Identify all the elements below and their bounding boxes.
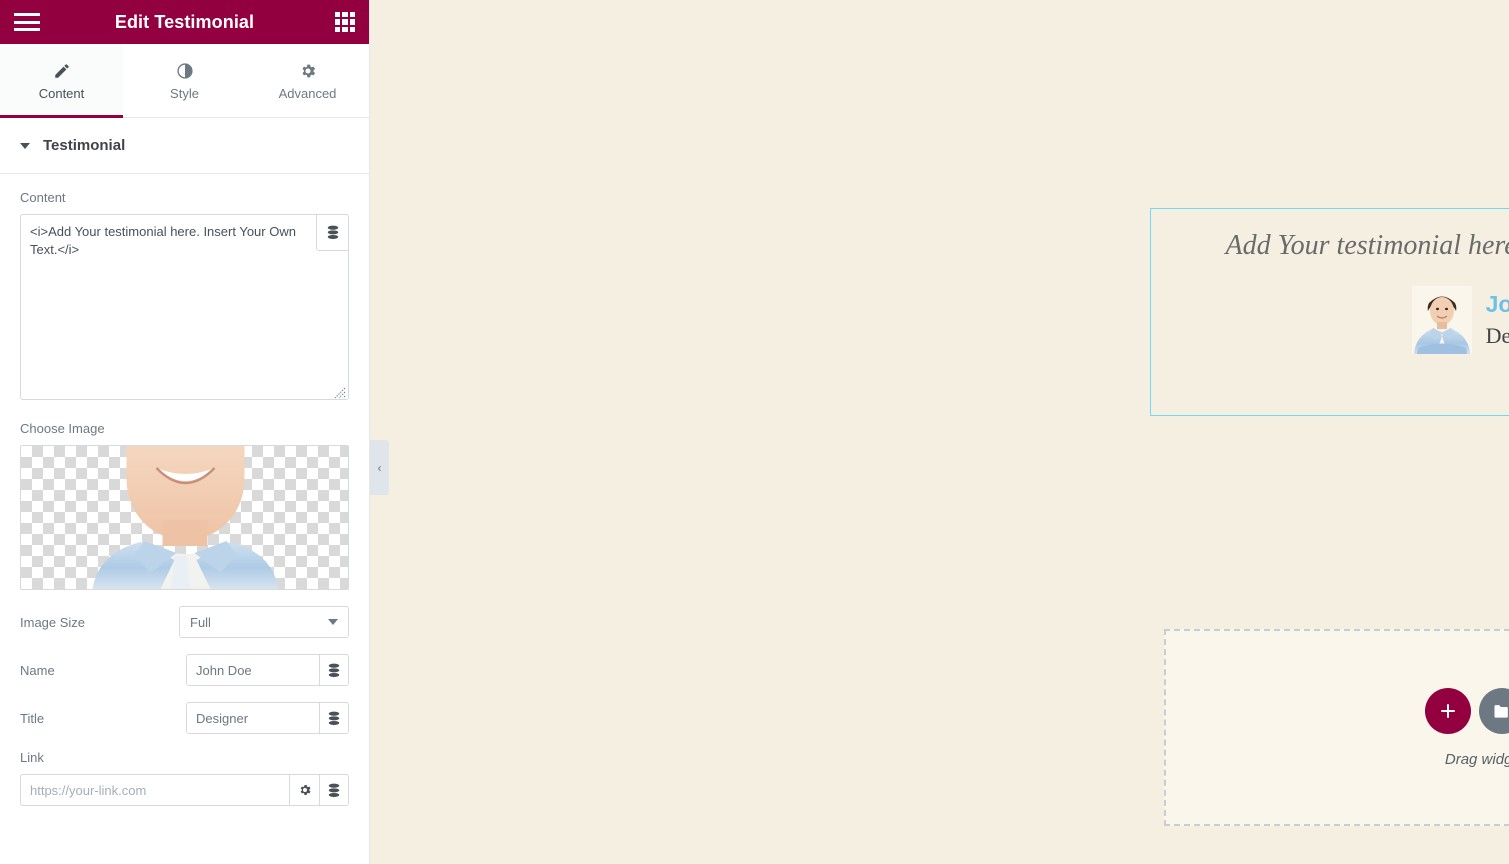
testimonial-title: Designer [1485, 322, 1509, 348]
chevron-down-icon [20, 142, 30, 149]
control-link: Link [20, 750, 349, 806]
testimonial-widget[interactable]: Add Your testimonial here. Insert Your O… [1150, 208, 1509, 416]
content-textarea[interactable]: <i>Add Your testimonial here. Insert You… [20, 214, 349, 400]
chevron-left-icon: ‹ [377, 460, 382, 475]
name-input[interactable] [186, 654, 320, 686]
control-title: Title [20, 702, 349, 734]
name-label: Name [20, 662, 55, 678]
title-dynamic-tags-button[interactable] [319, 702, 349, 734]
pencil-icon [53, 62, 71, 80]
panel-tab-bar: Content Style Advanced [0, 44, 369, 118]
contrast-circle-icon [176, 62, 194, 80]
tab-style-label: Style [170, 85, 199, 101]
section-title: Testimonial [43, 137, 126, 154]
testimonial-name: John Doe [1485, 290, 1509, 317]
control-name: Name [20, 654, 349, 686]
collapse-panel-handle[interactable]: ‹ [370, 440, 389, 495]
tab-content-label: Content [38, 85, 85, 101]
panel-controls: Content <i>Add Your testimonial here. In… [0, 174, 369, 864]
image-size-select[interactable]: Full [179, 606, 349, 638]
add-template-button[interactable] [1479, 687, 1509, 734]
grid-apps-icon[interactable] [335, 12, 355, 32]
gear-icon [300, 785, 310, 795]
tab-style[interactable]: Style [123, 44, 246, 117]
name-dynamic-tags-button[interactable] [319, 654, 349, 686]
title-input[interactable] [186, 702, 320, 734]
image-size-value: Full [190, 614, 211, 630]
content-label: Content [20, 190, 66, 205]
image-preview[interactable] [20, 445, 349, 590]
testimonial-text: Add Your testimonial here. Insert Your O… [1225, 230, 1509, 261]
link-input-group [20, 774, 349, 806]
control-choose-image: Choose Image [20, 421, 349, 590]
chevron-down-icon [328, 619, 338, 625]
avatar [1411, 285, 1472, 354]
dropzone-buttons [1425, 687, 1509, 734]
link-label: Link [20, 750, 44, 765]
image-size-label: Image Size [20, 614, 86, 630]
tab-content[interactable]: Content [0, 44, 123, 118]
content-textarea-wrap: <i>Add Your testimonial here. Insert You… [20, 214, 349, 405]
section-testimonial[interactable]: Testimonial [0, 118, 369, 174]
link-dynamic-tags-button[interactable] [319, 774, 349, 806]
link-options-button[interactable] [289, 774, 320, 806]
content-dynamic-tags-button[interactable] [316, 215, 348, 251]
gear-icon [299, 62, 317, 80]
control-content: Content <i>Add Your testimonial here. In… [20, 190, 349, 405]
control-image-size: Image Size Full [20, 606, 349, 638]
drag-widget-dropzone[interactable]: Drag widget here [1164, 629, 1509, 826]
testimonial-text-editable[interactable]: Add Your testimonial here. Insert Your O… [1151, 209, 1509, 272]
page-title: Edit Testimonial [114, 11, 255, 32]
testimonial-meta-text: John Doe Designer [1486, 291, 1509, 349]
elementor-editor: Edit Testimonial Content Style Advanced … [0, 0, 1509, 864]
add-element-button[interactable] [1425, 687, 1471, 734]
title-label: Title [20, 710, 45, 726]
preview-canvas: ‹ Add Your testimonial here. Insert Your… [370, 0, 1509, 864]
choose-image-label: Choose Image [20, 421, 105, 436]
tab-advanced-label: Advanced [278, 85, 337, 101]
title-input-group [186, 702, 349, 734]
panel-header: Edit Testimonial [0, 0, 369, 44]
name-input-group [186, 654, 349, 686]
image-preview-photo [92, 446, 278, 589]
folder-icon [1494, 704, 1508, 718]
dropzone-label: Drag widget here [1444, 750, 1509, 768]
link-input[interactable] [20, 774, 290, 806]
plus-icon [1441, 703, 1455, 718]
editor-panel: Edit Testimonial Content Style Advanced … [0, 0, 370, 864]
testimonial-meta: John Doe Designer [1151, 285, 1509, 354]
tab-advanced[interactable]: Advanced [246, 44, 369, 117]
